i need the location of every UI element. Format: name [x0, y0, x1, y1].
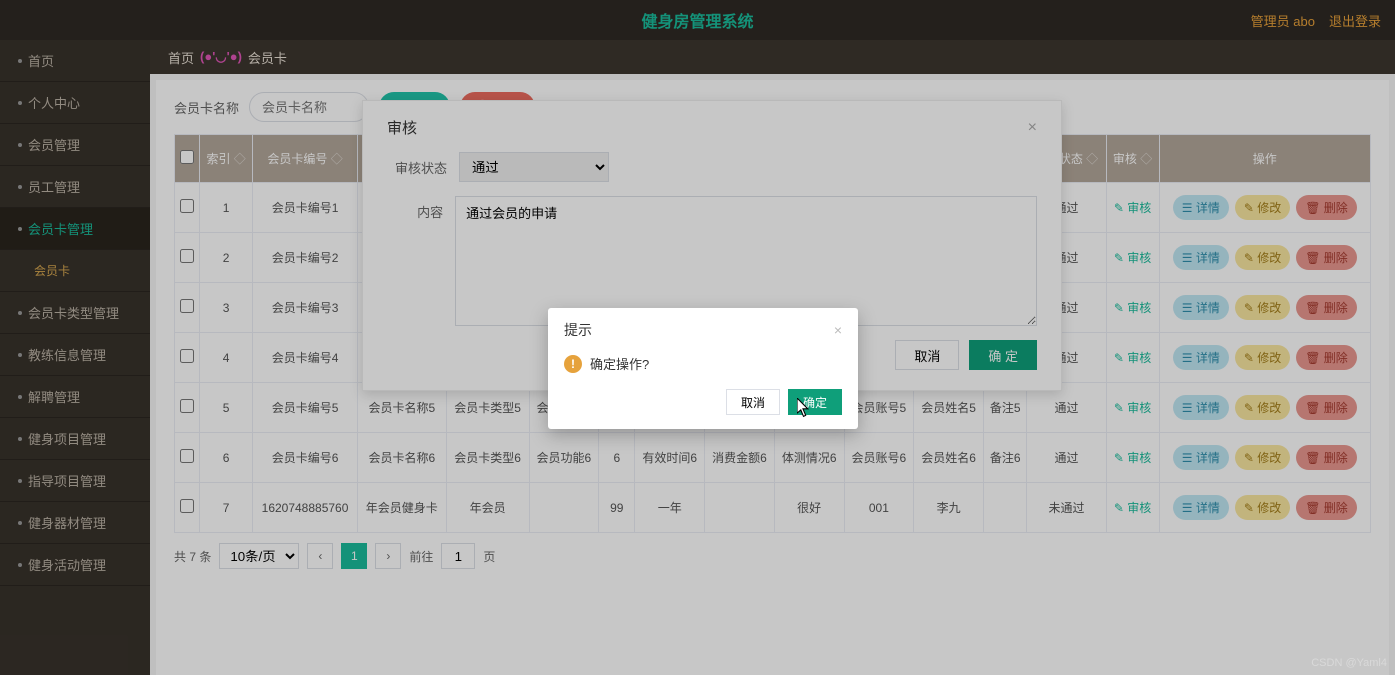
confirm-dialog: 提示 × ! 确定操作? 取消 确定	[548, 308, 858, 429]
dialog-message: 确定操作?	[590, 354, 649, 373]
warning-icon: !	[564, 355, 582, 373]
dialog-cancel-button[interactable]: 取消	[726, 389, 780, 415]
watermark: CSDN @Yaml4	[1311, 657, 1387, 669]
dialog-ok-button[interactable]: 确定	[788, 389, 842, 415]
close-icon[interactable]: ×	[834, 322, 842, 338]
dialog-title: 提示	[564, 320, 592, 340]
